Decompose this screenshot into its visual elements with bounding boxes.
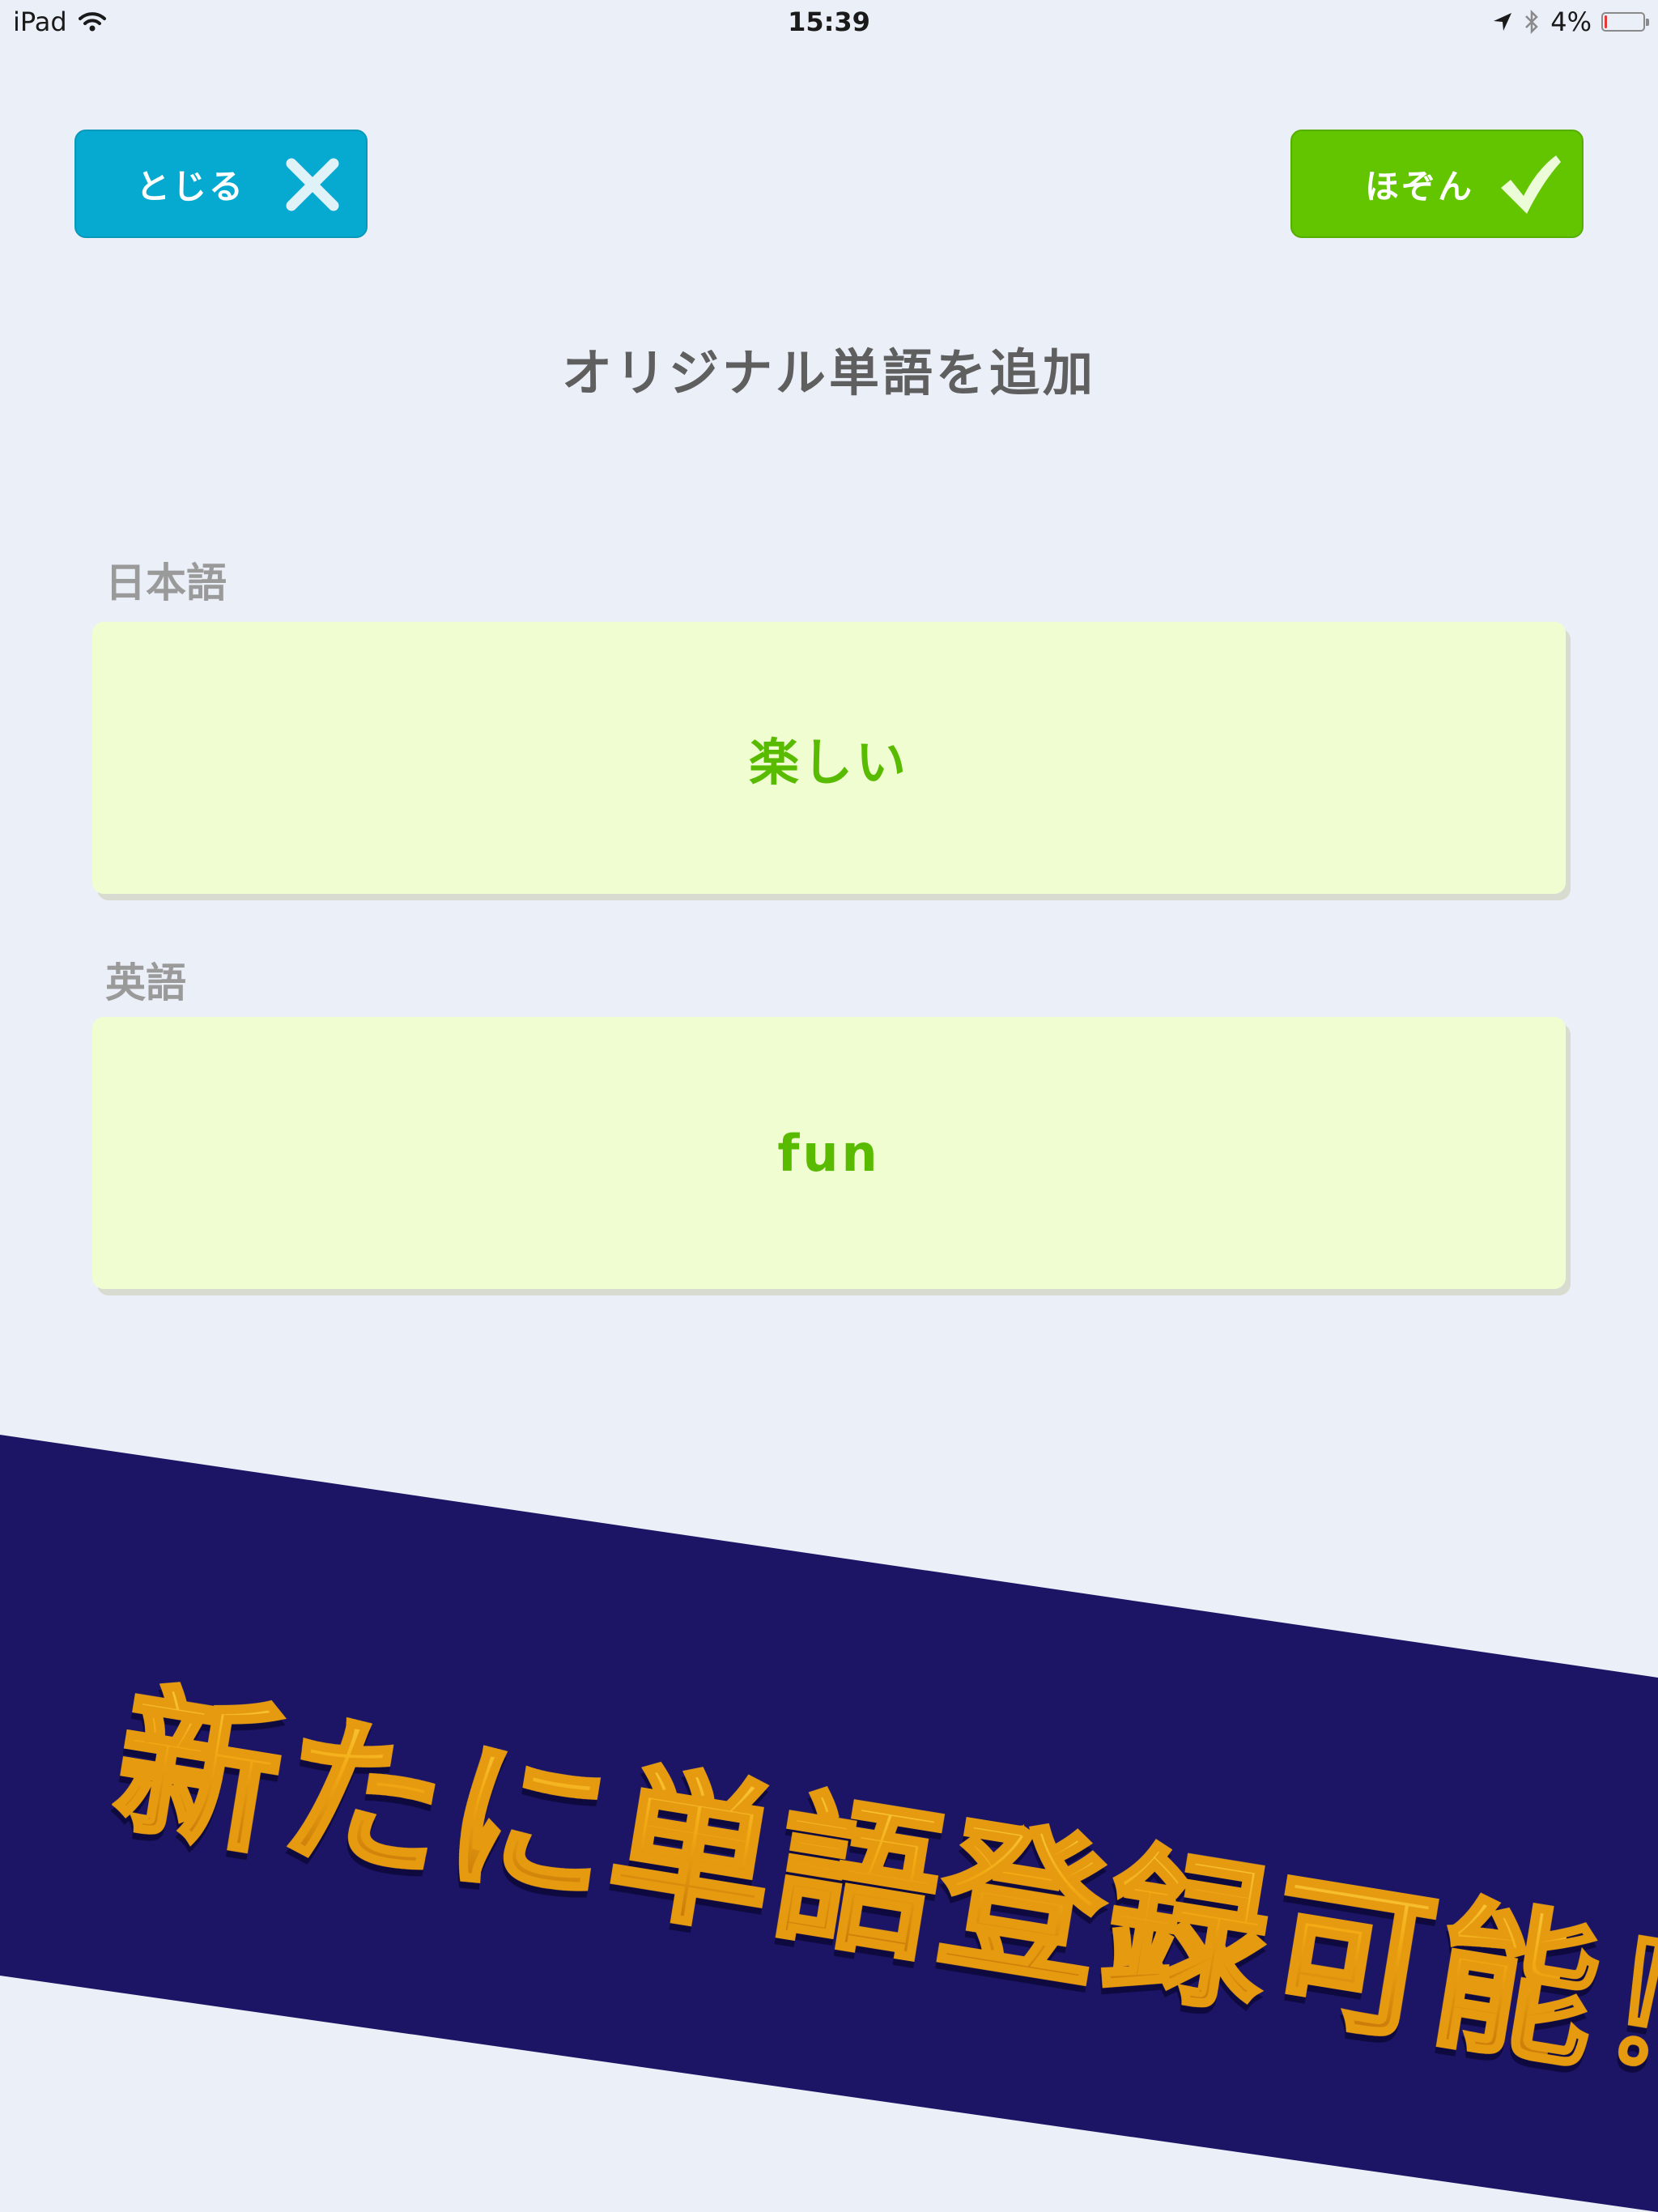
battery-percentage: 4% [1550,6,1592,37]
close-x-icon [286,158,339,211]
japanese-word-value: 楽しい [748,733,909,792]
english-word-field[interactable]: fun [92,1017,1566,1289]
english-word-value: fun [777,1123,881,1183]
location-arrow-icon [1494,13,1512,31]
status-time: 15:39 [788,6,870,37]
status-bar: iPad 15:39 4% [0,0,1658,45]
promo-text: 新たに単語登録可能！ [102,1629,1658,2121]
save-button[interactable]: ほぞん [1290,130,1584,238]
checkmark-icon [1501,155,1561,214]
battery-icon [1601,12,1649,32]
japanese-field-label: 日本語 [105,559,227,606]
japanese-word-field[interactable]: 楽しい [92,622,1566,894]
battery-level-fill [1605,15,1607,28]
status-bar-right: 4% [1492,6,1649,37]
close-button[interactable]: とじる [74,130,368,238]
save-button-label: ほぞん [1365,166,1475,206]
close-button-label: とじる [136,166,246,206]
english-field-label: 英語 [105,959,186,1006]
bluetooth-icon [1525,9,1539,35]
page-title: オリジナル単語を追加 [561,343,1096,402]
